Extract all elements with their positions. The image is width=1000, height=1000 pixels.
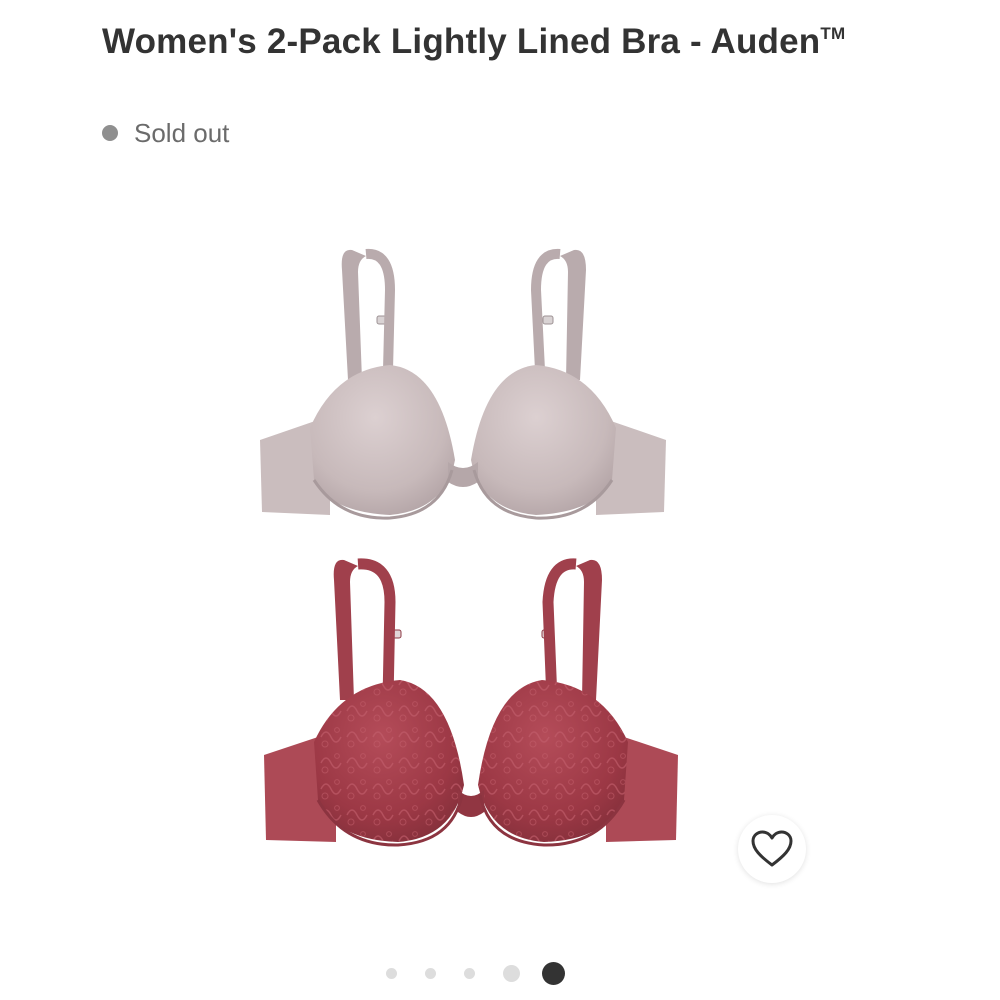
carousel-dot-4[interactable] [503, 964, 520, 982]
favorite-button[interactable] [738, 815, 806, 883]
product-page: Women's 2-Pack Lightly Lined Bra - Auden… [0, 0, 1000, 1000]
carousel-dot-3[interactable] [464, 967, 475, 979]
carousel-indicators [386, 958, 565, 988]
bra-berry [264, 558, 678, 847]
carousel-dot-5-active[interactable] [542, 961, 565, 985]
product-title: Women's 2-Pack Lightly Lined Bra - Auden… [102, 12, 862, 64]
product-photo [260, 248, 678, 847]
heart-icon [751, 830, 793, 867]
availability-status: Sold out [102, 116, 229, 150]
status-text: Sold out [134, 117, 230, 148]
status-dot [102, 125, 118, 141]
product-image[interactable] [240, 230, 700, 870]
bra-taupe [260, 248, 666, 520]
trademark-symbol: TM [820, 24, 846, 43]
product-title-text: Women's 2-Pack Lightly Lined Bra - Auden [102, 22, 821, 61]
carousel-dot-2[interactable] [425, 967, 436, 979]
carousel-dot-1[interactable] [386, 967, 397, 979]
